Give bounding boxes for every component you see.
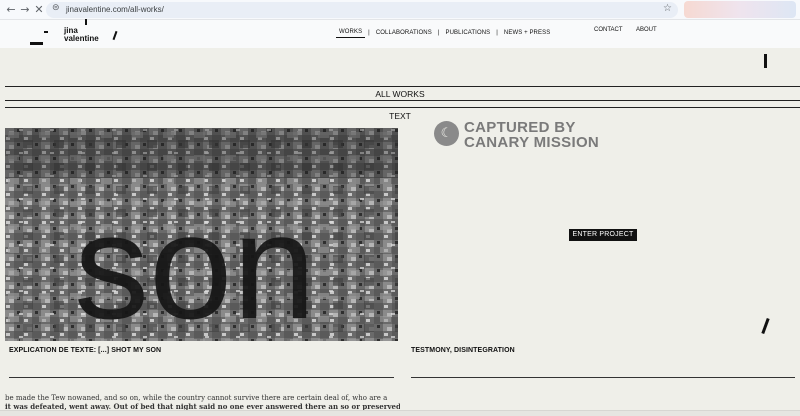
bookmark-star-icon[interactable]: ☆	[663, 3, 672, 14]
nav-separator: |	[496, 30, 498, 36]
newsprint-line: be made the Tew nowaned, and so on, whil…	[5, 394, 388, 402]
category-filter-text[interactable]: TEXT	[0, 111, 800, 121]
caption-underline	[411, 377, 795, 378]
work-thumbnail-explication[interactable]: son	[5, 128, 398, 341]
profile-area[interactable]	[684, 1, 796, 18]
nav-separator: |	[437, 30, 440, 36]
canary-bird-icon: ☾	[434, 121, 459, 146]
nav-separator: |	[368, 30, 370, 36]
back-icon[interactable]: ←	[4, 3, 18, 17]
nav-works[interactable]: WORKS	[336, 29, 366, 38]
decorative-slash	[761, 317, 770, 335]
main-nav: WORKS | COLLABORATIONS | PUBLICATIONS | …	[336, 27, 553, 39]
stop-icon[interactable]: ✕	[32, 3, 46, 17]
nav-contact[interactable]: CONTACT	[594, 27, 623, 33]
logo-mark	[112, 30, 118, 41]
logo-mark	[44, 31, 48, 33]
browser-toolbar: ← → ✕ ⊜ jinavalentine.com/all-works/ ☆	[0, 0, 800, 20]
url-text[interactable]: jinavalentine.com/all-works/	[66, 5, 164, 14]
newsprint-line: it was defeated, went away. Out of bed t…	[5, 402, 400, 411]
bottom-scroll-edge	[0, 410, 800, 416]
site-info-icon[interactable]: ⊜	[52, 3, 60, 13]
page-title: ALL WORKS	[375, 89, 425, 99]
site-header: jina valentine WORKS | COLLABORATIONS | …	[0, 19, 800, 48]
divider	[5, 86, 800, 87]
canary-overlay: ☾ CAPTURED BY CANARY MISSION	[434, 119, 634, 151]
logo-mark	[30, 42, 43, 45]
thumbnail-image: son	[5, 128, 398, 341]
work-caption-testimony[interactable]: TESTMONY, DISINTEGRATION	[411, 347, 515, 354]
address-bar[interactable]: ⊜ jinavalentine.com/all-works/ ☆	[46, 2, 678, 18]
divider	[5, 100, 800, 101]
nav-publications[interactable]: PUBLICATIONS	[442, 30, 493, 36]
work-caption-explication[interactable]: EXPLICATION DE TEXTE: [...] SHOT MY SON	[9, 347, 161, 354]
site-logo[interactable]: jina valentine	[30, 19, 130, 48]
logo-text: jina valentine	[64, 26, 99, 43]
logo-mark	[85, 19, 87, 25]
nav-collaborations[interactable]: COLLABORATIONS	[373, 30, 435, 36]
nav-about[interactable]: ABOUT	[636, 27, 657, 33]
nav-news-press[interactable]: NEWS + PRESS	[501, 30, 553, 36]
overlay-line-2: CANARY MISSION	[464, 134, 600, 151]
divider	[5, 107, 800, 108]
thumbnail-word: son	[74, 182, 316, 341]
forward-icon[interactable]: →	[18, 3, 32, 17]
caption-underline	[9, 377, 394, 378]
decorative-tick	[764, 54, 767, 68]
enter-project-button[interactable]: ENTER PROJECT	[569, 229, 637, 241]
